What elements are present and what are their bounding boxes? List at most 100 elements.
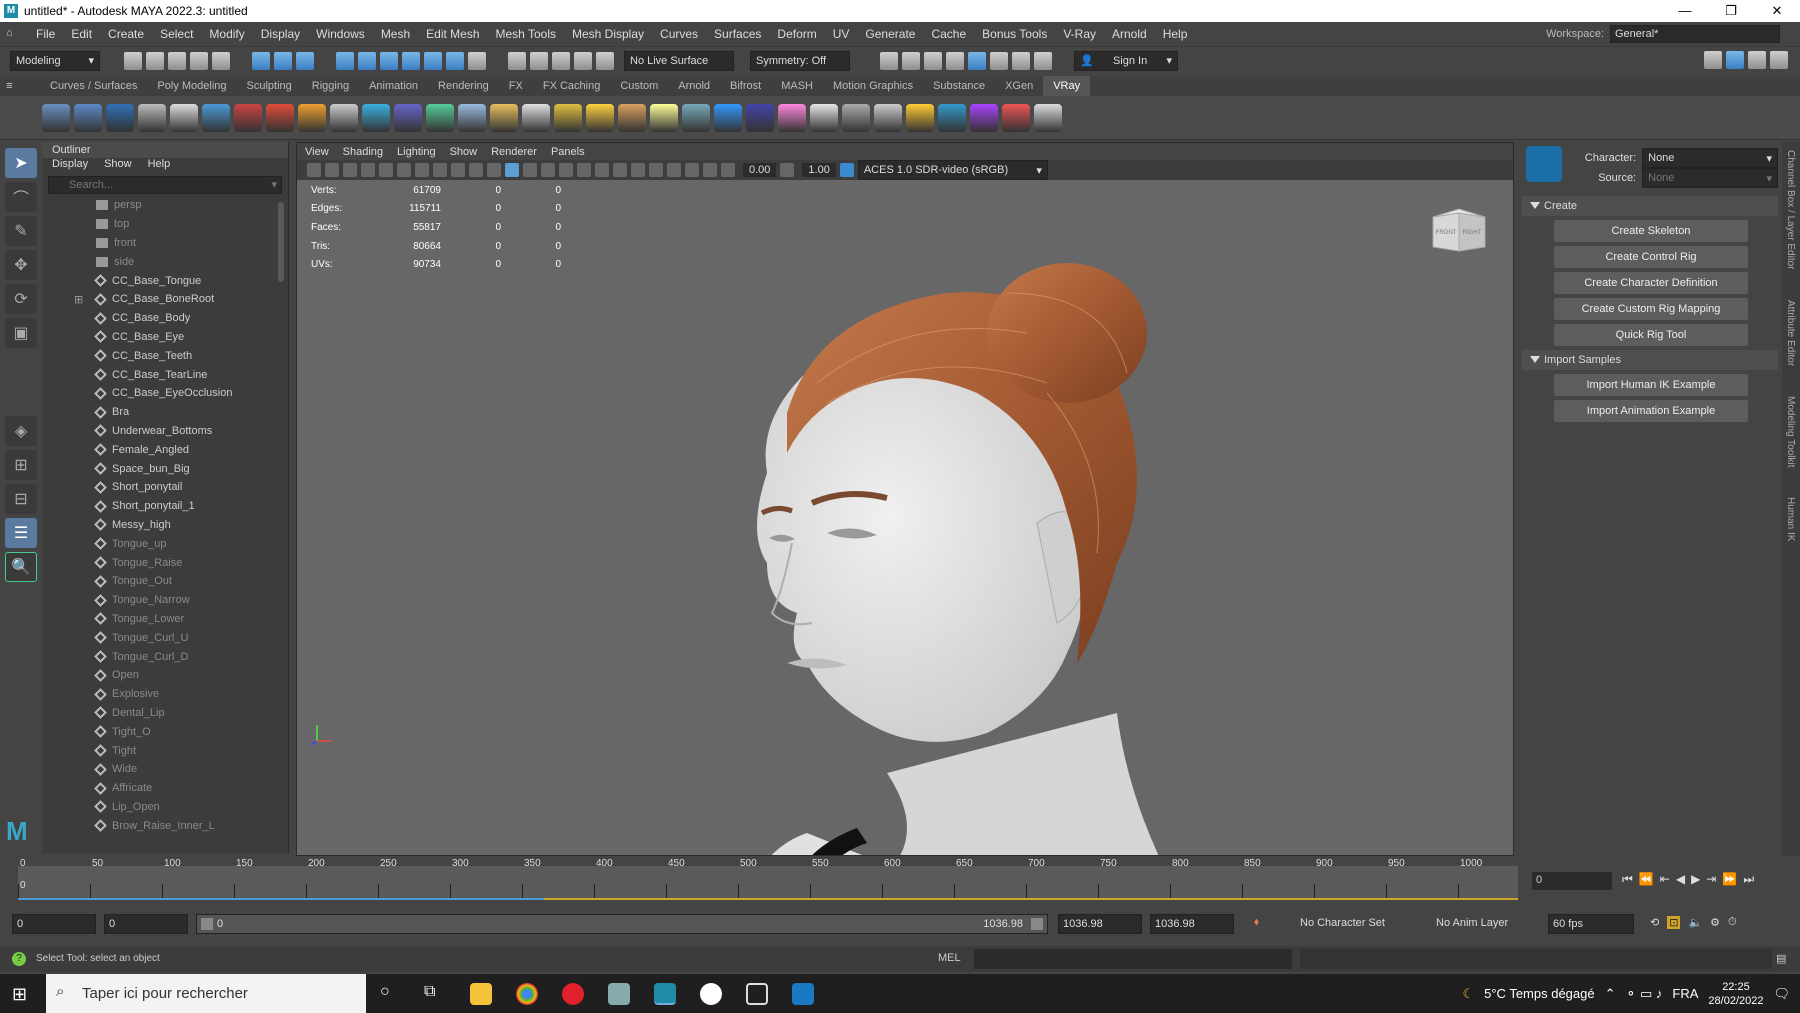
outliner-item[interactable]: Brow_Raise_Inner_L <box>68 816 288 835</box>
outliner-item[interactable]: Dental_Lip <box>68 704 288 723</box>
vray-bulb-icon[interactable] <box>650 103 678 132</box>
aa-icon[interactable] <box>631 163 645 177</box>
shelf-tab-motion-graphics[interactable]: Motion Graphics <box>823 76 923 96</box>
undo-icon[interactable] <box>190 51 208 70</box>
vray-env-fog-icon[interactable] <box>298 103 326 132</box>
outliner-item[interactable]: side <box>68 252 288 271</box>
viewcube[interactable]: FRONT RIGHT <box>1429 207 1487 255</box>
home-icon[interactable]: ⌂ <box>6 27 22 41</box>
ssao-icon[interactable] <box>595 163 609 177</box>
anim-layer-dropdown[interactable]: No Anim Layer <box>1432 914 1542 934</box>
anim-prefs-icon[interactable]: ⚙ <box>1710 916 1720 929</box>
gamma-icon[interactable] <box>780 163 795 177</box>
viewport-menu-view[interactable]: View <box>305 146 329 158</box>
outliner-item[interactable]: CC_Base_Teeth <box>68 346 288 365</box>
vray-sphere-icon[interactable] <box>362 103 390 132</box>
field-chart-icon[interactable] <box>451 163 465 177</box>
xray-joints-icon[interactable] <box>685 163 699 177</box>
cache-playback-icon[interactable]: ⊡ <box>1667 916 1681 929</box>
select-hierarchy-icon[interactable] <box>252 51 270 70</box>
render-settings-icon[interactable] <box>946 51 964 70</box>
menu-bonus-tools[interactable]: Bonus Tools <box>974 27 1055 41</box>
history-icon[interactable] <box>508 51 526 70</box>
isolate-select-icon[interactable] <box>649 163 663 177</box>
two-view-icon[interactable]: ⊟ <box>5 484 37 514</box>
vray-vision-icon[interactable] <box>938 103 966 132</box>
character-set-dropdown[interactable]: No Character Set <box>1296 914 1426 934</box>
chevron-down-icon[interactable]: ▾ <box>271 178 277 191</box>
create-control-rig-button[interactable]: Create Control Rig <box>1554 246 1748 268</box>
snap-curve-icon[interactable] <box>358 51 376 70</box>
outliner-layout-icon[interactable]: ☰ <box>5 518 37 548</box>
maya-taskbar-icon[interactable] <box>654 983 676 1005</box>
wrench-icon[interactable] <box>1012 51 1030 70</box>
vray-proxy-icon[interactable] <box>330 103 358 132</box>
tray-icons[interactable]: ⚬ ▭ ♪ <box>1626 986 1663 1002</box>
outliner-item[interactable]: front <box>68 234 288 253</box>
vray-palette-icon[interactable] <box>1002 103 1030 132</box>
sound-icon[interactable]: 🔈 <box>1688 916 1702 929</box>
textured-icon[interactable] <box>541 163 555 177</box>
ipr-render-icon[interactable] <box>924 51 942 70</box>
outliner-menu-show[interactable]: Show <box>104 158 132 174</box>
menu-create[interactable]: Create <box>100 27 152 41</box>
step-forward-frame-icon[interactable]: ⇥ <box>1706 872 1716 887</box>
outliner-item[interactable]: Tight <box>68 741 288 760</box>
playback-end-field[interactable]: 1036.98 <box>1058 914 1142 934</box>
viewport-menu-panels[interactable]: Panels <box>551 146 585 158</box>
shelf-tab-substance[interactable]: Substance <box>923 76 995 96</box>
select-tool-icon[interactable]: ➤ <box>5 148 37 178</box>
mel-label[interactable]: MEL <box>938 952 961 964</box>
outliner-search-input[interactable]: Search... ▾ <box>48 176 282 194</box>
gate-mask-icon[interactable] <box>433 163 447 177</box>
exposure-icon[interactable] <box>721 163 735 177</box>
shelf-tab-fx[interactable]: FX <box>499 76 533 96</box>
vray-dome-icon[interactable] <box>202 103 230 132</box>
outliner-item[interactable]: Affricate <box>68 779 288 798</box>
layout-icon-4[interactable] <box>1770 51 1788 69</box>
vray-checker-icon[interactable] <box>810 103 838 132</box>
shelf-tab-vray[interactable]: VRay <box>1043 76 1091 96</box>
motion-blur-icon[interactable] <box>613 163 627 177</box>
outliner-item[interactable]: top <box>68 215 288 234</box>
time-slider-track[interactable]: 0 50 100 150 200 250 300 350 400 450 500 550 600 650 7… <box>18 858 1518 900</box>
animation-end-field[interactable]: 1036.98 <box>1150 914 1234 934</box>
construction-icon[interactable] <box>530 51 548 70</box>
menu-edit-mesh[interactable]: Edit Mesh <box>418 27 487 41</box>
outliner-scrollbar[interactable] <box>278 202 284 282</box>
vray-light-icon[interactable] <box>138 103 166 132</box>
shelf-tab-fx-caching[interactable]: FX Caching <box>533 76 610 96</box>
vray-sky-icon[interactable] <box>586 103 614 132</box>
side-tab-attribute-editor[interactable]: Attribute Editor <box>1785 300 1796 366</box>
clock[interactable]: 22:25 28/02/2022 <box>1708 980 1763 1008</box>
outliner-item[interactable]: Tight_O <box>68 722 288 741</box>
expand-icon[interactable]: ⊞ <box>74 293 83 306</box>
vray-decal-icon[interactable] <box>618 103 646 132</box>
maximize-button[interactable]: ❐ <box>1708 0 1754 22</box>
lasso-icon[interactable] <box>574 51 592 70</box>
workspace-dropdown[interactable]: General* <box>1610 25 1780 43</box>
exposure-field[interactable]: 0.00 <box>743 163 777 177</box>
menu-uv[interactable]: UV <box>825 27 858 41</box>
outliner-item[interactable]: CC_Base_Eye <box>68 328 288 347</box>
viewport-panel[interactable]: View Shading Lighting Show Renderer Panels 0.… <box>296 142 1514 856</box>
command-input[interactable] <box>974 949 1292 969</box>
outliner-item[interactable]: Underwear_Bottoms <box>68 422 288 441</box>
outliner-item[interactable]: CC_Base_TearLine <box>68 365 288 384</box>
time-prefs-icon[interactable]: ⏱ <box>1728 916 1737 929</box>
outliner-item[interactable]: Open <box>68 666 288 685</box>
import-animation-example-button[interactable]: Import Animation Example <box>1554 400 1748 422</box>
menu-generate[interactable]: Generate <box>857 27 923 41</box>
menu-deform[interactable]: Deform <box>769 27 824 41</box>
xray-icon[interactable] <box>667 163 681 177</box>
vray-scatter-icon[interactable] <box>522 103 550 132</box>
human-ik-icon[interactable] <box>1526 146 1562 182</box>
task-view-icon[interactable]: ⧉ <box>424 983 435 1001</box>
outliner-menu-display[interactable]: Display <box>52 158 88 174</box>
unreal-icon[interactable] <box>700 983 722 1005</box>
menu-curves[interactable]: Curves <box>652 27 706 41</box>
outliner-item[interactable]: Tongue_Lower <box>68 610 288 629</box>
menu-windows[interactable]: Windows <box>308 27 373 41</box>
color-management-icon[interactable] <box>839 163 854 177</box>
character-head-model[interactable] <box>647 233 1207 856</box>
